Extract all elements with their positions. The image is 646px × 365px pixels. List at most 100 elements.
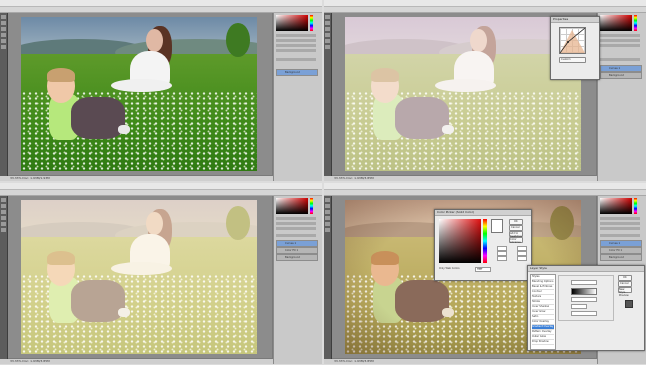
layer-row[interactable]: Background (276, 69, 318, 76)
layer-row[interactable]: Background (600, 254, 642, 261)
brush-icon[interactable] (1, 216, 6, 220)
document-canvas[interactable] (8, 196, 272, 358)
styles-list[interactable]: Styles Blending Options Bevel & Emboss C… (530, 274, 556, 350)
tools-panel[interactable] (0, 196, 8, 359)
layer-style-dialog[interactable]: Layer Style Styles Blending Options Beve… (527, 265, 645, 351)
hue-slider[interactable] (310, 198, 313, 214)
color-picker-dialog[interactable]: Color Picker (Solid Color) OK Cancel Add… (434, 209, 532, 281)
panel-tab[interactable] (276, 34, 316, 37)
new-color-swatch (491, 219, 503, 233)
preview-checkbox[interactable]: Preview (619, 294, 629, 297)
layer-row[interactable]: Curves 1 (276, 240, 318, 247)
panel-tab[interactable] (600, 227, 640, 230)
color-panel[interactable] (276, 15, 308, 31)
menu-bar[interactable] (0, 183, 322, 190)
layers-header[interactable] (276, 58, 316, 61)
dialog-title[interactable]: Layer Style (528, 266, 644, 272)
crop-icon[interactable] (325, 27, 330, 31)
eyedropper-icon[interactable] (325, 39, 330, 43)
layer-row[interactable]: Background (600, 72, 642, 79)
brightness-field[interactable] (497, 256, 507, 261)
hue-slider[interactable] (483, 219, 487, 263)
tools-panel[interactable] (324, 13, 332, 176)
zoom-icon[interactable] (1, 45, 6, 49)
panel-tab[interactable] (276, 49, 316, 52)
panel-tab[interactable] (276, 217, 316, 220)
layer-row[interactable]: Background (276, 254, 318, 261)
document-canvas[interactable] (8, 13, 272, 175)
style-select[interactable] (571, 297, 597, 302)
menu-bar[interactable] (324, 0, 646, 7)
lab-b-field[interactable] (517, 256, 527, 261)
dialog-title[interactable]: Properties (551, 17, 599, 23)
layers-header[interactable] (600, 234, 640, 237)
brush-icon[interactable] (325, 33, 330, 37)
lasso-icon[interactable] (1, 204, 6, 208)
hex-field[interactable]: ffffff (475, 267, 491, 272)
gradient-overlay-settings[interactable] (558, 275, 614, 321)
crop-icon[interactable] (1, 27, 6, 31)
zoom-icon[interactable] (325, 45, 330, 49)
eyedropper-icon[interactable] (1, 39, 6, 43)
hue-slider[interactable] (634, 15, 637, 31)
layer-row[interactable]: Color Fill 1 (276, 247, 318, 254)
brush-icon[interactable] (1, 33, 6, 37)
photo-warm (21, 200, 257, 354)
color-panel[interactable] (276, 198, 308, 214)
lasso-icon[interactable] (1, 21, 6, 25)
tools-panel[interactable] (0, 13, 8, 176)
eyedropper-icon[interactable] (1, 222, 6, 226)
panel-tab[interactable] (600, 44, 640, 47)
angle-field[interactable] (571, 304, 587, 309)
layer-row[interactable]: Color Fill 1 (600, 247, 642, 254)
move-icon[interactable] (325, 15, 330, 19)
menu-bar[interactable] (0, 0, 322, 7)
move-icon[interactable] (1, 15, 6, 19)
crop-icon[interactable] (325, 210, 330, 214)
preset-select[interactable]: Custom (559, 57, 586, 63)
panels-dock[interactable]: Curves 1 Color Fill 1 Background (273, 196, 322, 364)
color-panel[interactable] (600, 198, 632, 214)
lasso-icon[interactable] (325, 204, 330, 208)
tools-panel[interactable] (324, 196, 332, 359)
blend-mode-select[interactable] (571, 280, 597, 285)
brush-icon[interactable] (325, 216, 330, 220)
eyedropper-icon[interactable] (325, 222, 330, 226)
scale-slider[interactable] (571, 311, 597, 316)
panel-tab[interactable] (600, 34, 640, 37)
layers-header[interactable] (600, 58, 640, 61)
dialog-title[interactable]: Color Picker (Solid Color) (435, 210, 531, 216)
zoom-icon[interactable] (1, 228, 6, 232)
zoom-icon[interactable] (325, 228, 330, 232)
panels-dock[interactable]: Background (273, 13, 322, 181)
panel-tab[interactable] (276, 222, 316, 225)
style-item[interactable]: Drop Shadow (532, 340, 554, 345)
panels-dock[interactable]: Curves 1 Background (597, 13, 646, 181)
move-icon[interactable] (1, 198, 6, 202)
only-web-colors-checkbox[interactable]: Only Web Colors (439, 267, 460, 270)
color-panel[interactable] (600, 15, 632, 31)
panel-tab[interactable] (600, 222, 640, 225)
crop-icon[interactable] (1, 210, 6, 214)
photoshop-window-warm: 33.33% Doc: 1.93M/3.85M Curves 1 Color F… (0, 183, 322, 364)
layer-row[interactable]: Curves 1 (600, 65, 642, 72)
panel-tab[interactable] (600, 39, 640, 42)
layers-header[interactable] (276, 234, 316, 237)
hue-slider[interactable] (310, 15, 313, 31)
panel-tab[interactable] (276, 227, 316, 230)
curves-properties-dialog[interactable]: Properties Custom (550, 16, 600, 80)
color-libraries-button[interactable]: Color Libraries (509, 237, 523, 244)
move-icon[interactable] (325, 198, 330, 202)
gradient-preview[interactable] (571, 288, 597, 295)
panel-tab[interactable] (276, 44, 316, 47)
panel-tab[interactable] (600, 217, 640, 220)
color-field[interactable] (439, 219, 481, 263)
lasso-icon[interactable] (325, 21, 330, 25)
panel-tab[interactable] (276, 39, 316, 42)
hue-slider[interactable] (634, 198, 637, 214)
curves-graph[interactable] (559, 27, 586, 54)
menu-bar[interactable] (324, 183, 646, 190)
layer-row[interactable]: Curves 1 (600, 240, 642, 247)
photoshop-window-curves: 33.33% Doc: 1.93M/3.85M Curves 1 Backgro… (324, 0, 646, 181)
new-style-button[interactable]: New Style... (618, 287, 632, 294)
